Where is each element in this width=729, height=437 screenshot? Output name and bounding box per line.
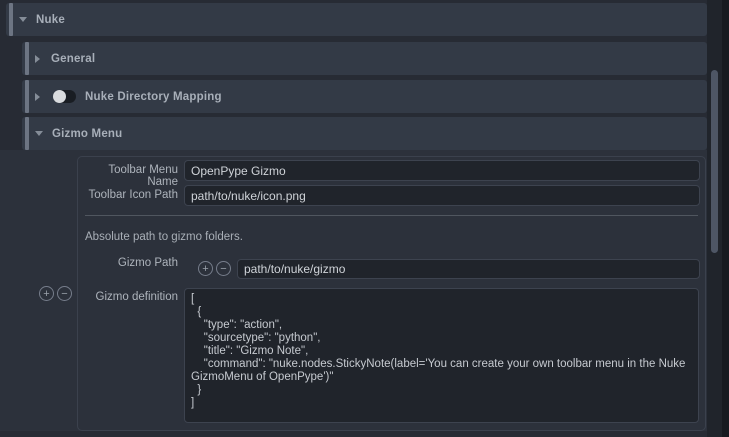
add-item-button[interactable]: + [39,286,54,301]
gizmo-menu-form-panel: Toolbar Menu Name Toolbar Icon Path Abso… [77,156,706,431]
gizmo-path-label: Gizmo Path [78,257,178,269]
section-header-general[interactable]: General [22,42,707,75]
toolbar-menu-name-input[interactable] [184,160,700,181]
nuke-directory-mapping-toggle[interactable] [54,90,76,103]
section-indent-line [9,3,13,36]
section-title-general: General [51,53,95,65]
chevron-right-icon [35,55,40,63]
chevron-right-icon [35,93,40,101]
gizmo-folders-note: Absolute path to gizmo folders. [85,231,243,243]
section-divider [85,215,698,216]
section-header-nuke[interactable]: Nuke [6,3,707,36]
section-header-gizmo-menu[interactable]: Gizmo Menu [22,117,707,150]
vertical-scrollbar-track[interactable] [707,0,722,437]
section-header-nuke-directory-mapping[interactable]: Nuke Directory Mapping [22,80,707,113]
section-indent-line [25,80,29,113]
toolbar-icon-path-label: Toolbar Icon Path [78,189,178,201]
section-indent-line [25,42,29,75]
chevron-down-icon [19,17,27,22]
section-title-gizmo-menu: Gizmo Menu [52,128,122,140]
gizmo-definition-label: Gizmo definition [78,291,178,303]
gizmo-definition-textarea[interactable]: [ { "type": "action", "sourcetype": "pyt… [184,288,699,423]
remove-item-button[interactable]: − [57,286,72,301]
section-indent-line [25,117,29,150]
section-title-nuke: Nuke [36,14,65,26]
gizmo-path-input[interactable] [237,259,700,279]
toggle-knob [53,90,66,103]
toolbar-icon-path-input[interactable] [184,185,700,206]
vertical-scrollbar-thumb[interactable] [711,70,718,253]
chevron-down-icon [35,131,43,136]
window-right-edge [722,0,729,437]
section-title-nuke-directory-mapping: Nuke Directory Mapping [85,91,222,103]
remove-path-button[interactable]: − [216,261,231,276]
add-path-button[interactable]: + [198,261,213,276]
gizmo-path-list-controls: + − [198,261,231,276]
toolbar-menu-name-label: Toolbar Menu Name [78,164,178,188]
gizmo-menu-list-controls: + − [39,286,72,301]
